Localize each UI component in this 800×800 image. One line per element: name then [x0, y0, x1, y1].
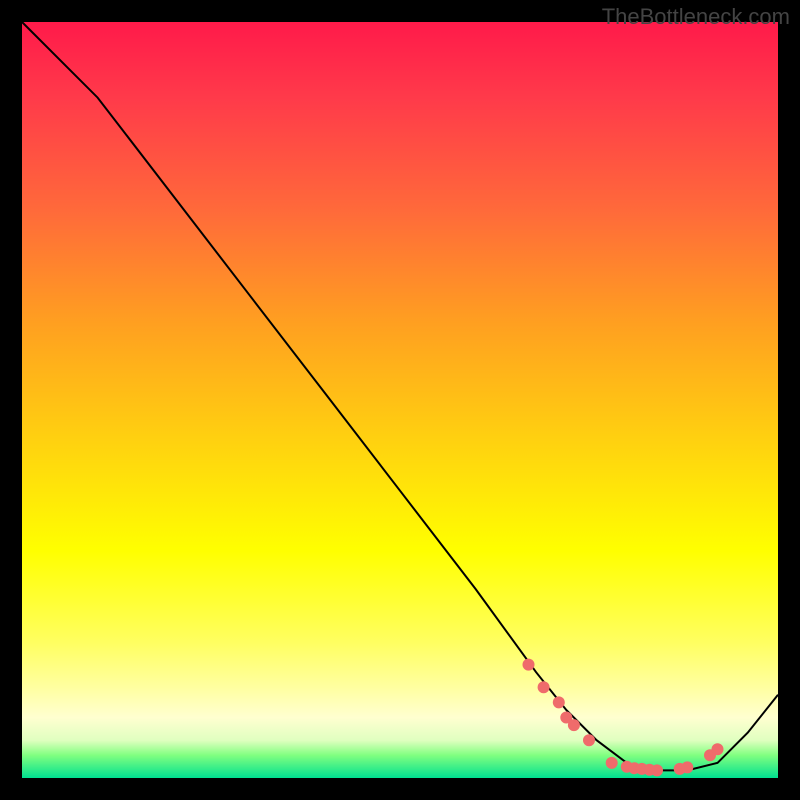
marker-dot [568, 719, 580, 731]
marker-dot [523, 659, 535, 671]
curve-line [22, 22, 778, 770]
marker-dot [651, 764, 663, 776]
marker-dot [553, 696, 565, 708]
marker-dot [681, 761, 693, 773]
marker-dot [712, 743, 724, 755]
marker-group [523, 659, 724, 777]
marker-dot [538, 681, 550, 693]
watermark-text: TheBottleneck.com [602, 4, 790, 30]
marker-dot [583, 734, 595, 746]
chart-svg [22, 22, 778, 778]
marker-dot [606, 757, 618, 769]
